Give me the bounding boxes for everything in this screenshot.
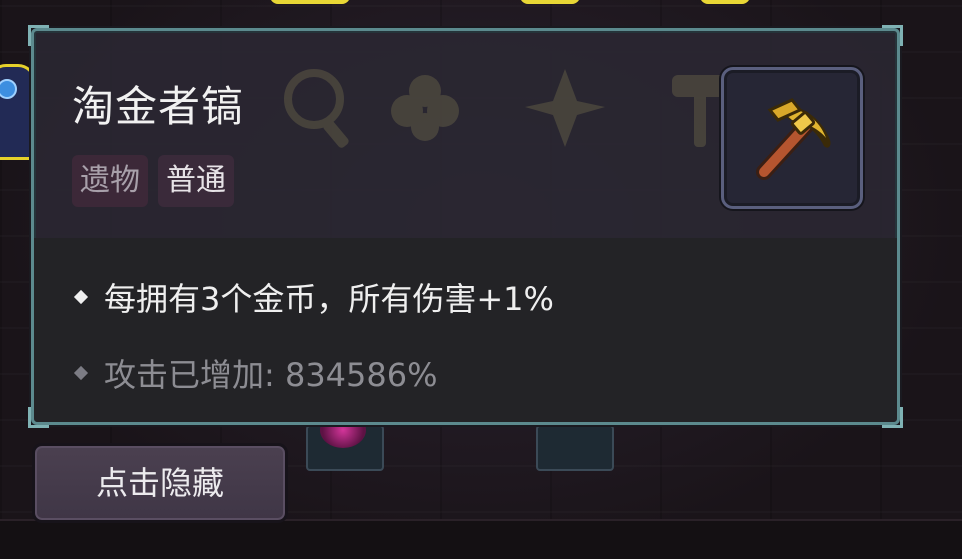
- item-icon-frame: [721, 67, 863, 209]
- background-top-glow: [270, 0, 350, 4]
- effect-line: 每拥有3个金币，所有伤害+1%: [73, 274, 554, 320]
- tag-relic: 遗物: [72, 155, 148, 207]
- flower-icon: [391, 75, 459, 141]
- effect-description: 每拥有3个金币，所有伤害+1%: [104, 280, 554, 318]
- background-top-glow: [700, 0, 750, 4]
- item-title: 淘金者镐: [72, 82, 245, 131]
- hide-button[interactable]: 点击隐藏: [32, 443, 288, 523]
- effect-line: 攻击已增加: 834586%: [73, 350, 438, 396]
- relic-tooltip: 淘金者镐 遗物 普通 每拥有3个金币，所有伤害+1% 攻击已增加: 834586…: [28, 25, 903, 428]
- bottom-bar: [0, 519, 962, 559]
- item-tags: 遗物 普通: [72, 155, 234, 207]
- diamond-bullet-icon: [73, 365, 89, 381]
- magnifier-icon: [284, 69, 349, 148]
- leaf-emblem-icon: [525, 69, 605, 147]
- attack-increase-stat: 攻击已增加: 834586%: [104, 356, 438, 394]
- tooltip-body: 每拥有3个金币，所有伤害+1% 攻击已增加: 834586%: [34, 238, 897, 422]
- tag-rarity: 普通: [158, 155, 234, 207]
- pickaxe-icon: [756, 98, 831, 180]
- diamond-bullet-icon: [73, 289, 89, 305]
- background-top-glow: [520, 0, 580, 4]
- tooltip-header: 淘金者镐 遗物 普通: [34, 31, 897, 238]
- background-slot: [536, 425, 614, 471]
